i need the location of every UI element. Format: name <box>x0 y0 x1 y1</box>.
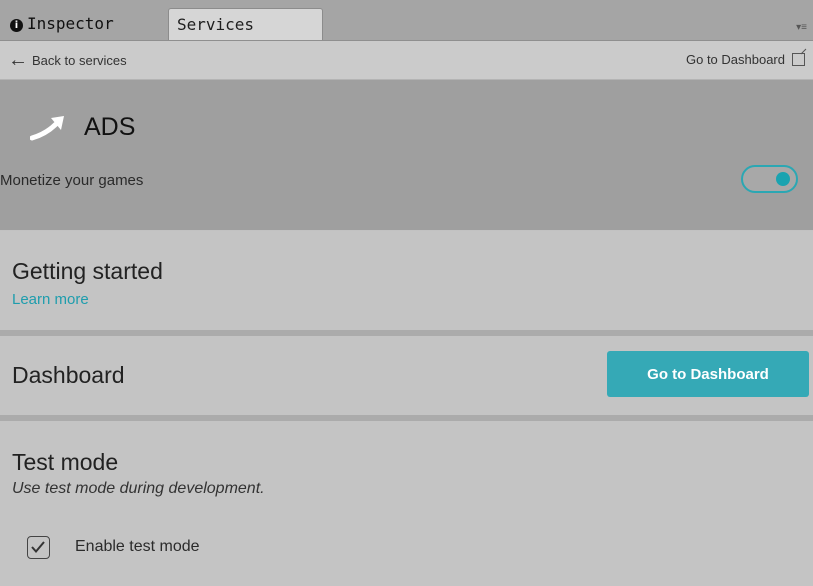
learn-more-link[interactable]: Learn more <box>12 291 89 308</box>
menu-icon[interactable]: ▾≡ <box>796 22 807 33</box>
dashboard-title: Dashboard <box>12 362 125 388</box>
getting-started-title: Getting started <box>12 258 163 284</box>
nav-bar: ← Back to services Go to Dashboard <box>0 41 813 80</box>
back-to-services-link[interactable]: ← Back to services <box>8 50 127 70</box>
toggle-knob <box>776 172 790 186</box>
back-label: Back to services <box>32 52 127 68</box>
checkmark-icon <box>31 541 45 554</box>
test-mode-section: Test mode Use test mode during developme… <box>0 421 813 586</box>
go-to-dashboard-link[interactable]: Go to Dashboard <box>686 52 805 67</box>
tab-services[interactable]: Services <box>168 8 323 40</box>
service-title: ADS <box>30 113 135 142</box>
tab-inspector-label: Inspector <box>27 14 114 33</box>
service-description: Monetize your games <box>0 172 144 189</box>
getting-started-section: Getting started Learn more <box>0 231 813 336</box>
go-to-dashboard-button[interactable]: Go to Dashboard <box>607 351 809 397</box>
tab-inspector[interactable]: i Inspector <box>2 8 160 40</box>
enable-test-mode-label[interactable]: Enable test mode <box>75 538 200 556</box>
enable-test-mode-checkbox[interactable] <box>27 536 50 559</box>
service-enable-toggle[interactable] <box>741 165 798 193</box>
tab-bar: i Inspector Services ▾≡ <box>0 0 813 41</box>
service-name: ADS <box>84 113 136 141</box>
dashboard-section: Dashboard Go to Dashboard <box>0 336 813 421</box>
info-icon: i <box>10 19 23 32</box>
external-link-icon <box>792 53 805 66</box>
dashboard-link-label: Go to Dashboard <box>685 52 785 67</box>
service-header: ADS Monetize your games <box>0 80 813 230</box>
tab-services-label: Services <box>177 15 255 34</box>
test-mode-title: Test mode <box>12 449 119 475</box>
ads-arrow-icon <box>30 115 64 140</box>
back-arrow-icon: ← <box>8 49 28 71</box>
test-mode-subtitle: Use test mode during development. <box>12 480 265 497</box>
